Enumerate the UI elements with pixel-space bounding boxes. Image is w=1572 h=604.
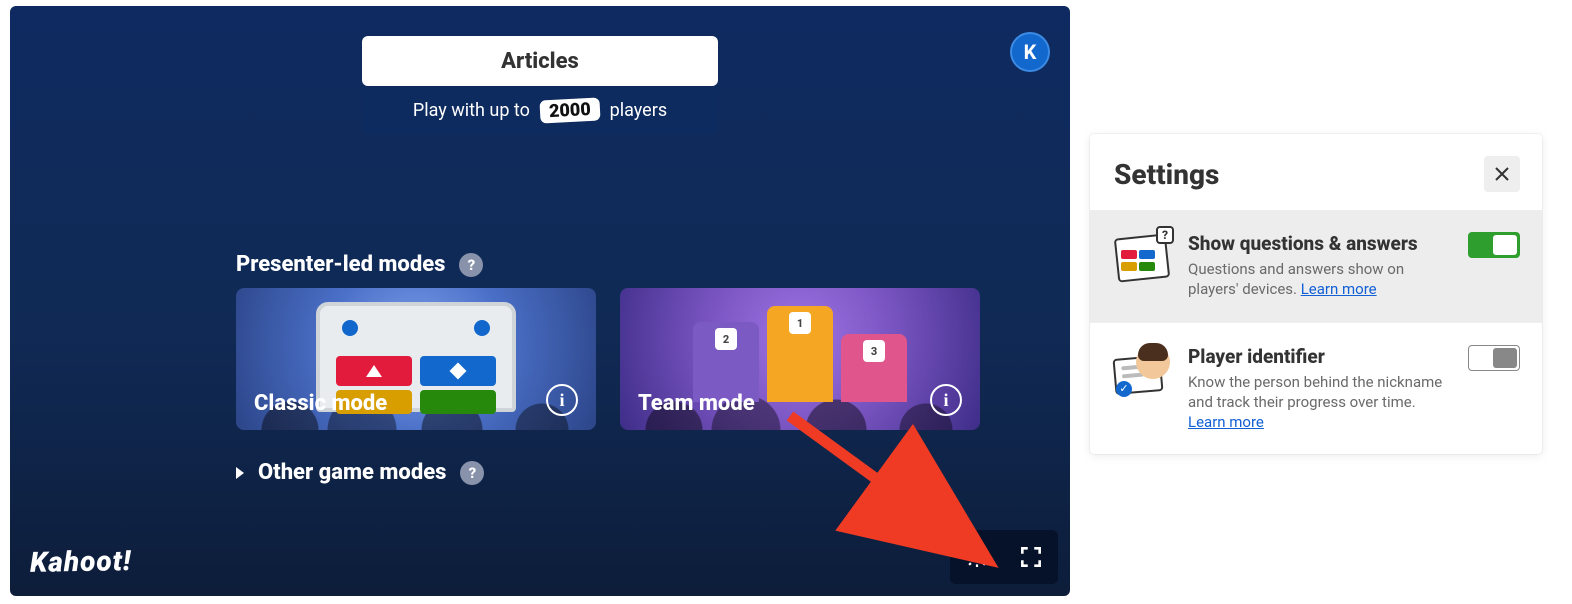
- settings-panel: Settings ? Show questions & answers Ques…: [1090, 134, 1542, 454]
- classic-mode-label: Classic mode: [254, 391, 387, 416]
- close-icon: [1494, 166, 1510, 182]
- settings-header: Settings: [1090, 134, 1542, 210]
- qa-card-icon: ?: [1112, 232, 1170, 282]
- player-id-icon: ✓: [1112, 345, 1170, 395]
- info-icon[interactable]: i: [546, 384, 578, 416]
- caret-right-icon: [236, 467, 244, 479]
- setting-text: Show questions & answers Questions and a…: [1188, 232, 1450, 300]
- setting-row-show-qa: ? Show questions & answers Questions and…: [1090, 210, 1542, 322]
- setting-title: Show questions & answers: [1188, 232, 1450, 255]
- setting-row-player-id: ✓ Player identifier Know the person behi…: [1090, 322, 1542, 455]
- learn-more-link[interactable]: Learn more: [1301, 280, 1377, 298]
- gear-icon: [964, 544, 990, 570]
- fullscreen-icon: [1018, 544, 1044, 570]
- learn-more-link[interactable]: Learn more: [1188, 413, 1264, 431]
- setting-desc: Questions and answers show on players' d…: [1188, 259, 1450, 300]
- game-panel: Articles Play with up to 2000 players K …: [10, 6, 1070, 596]
- player-count-badge: 2000: [539, 97, 600, 123]
- kahoot-logo: Kahoot!: [30, 544, 132, 579]
- help-icon[interactable]: ?: [459, 253, 483, 277]
- settings-button[interactable]: [950, 530, 1004, 584]
- info-icon[interactable]: i: [930, 384, 962, 416]
- quiz-title-card: Articles: [362, 36, 718, 86]
- settings-title: Settings: [1114, 158, 1219, 191]
- avatar-initial: K: [1024, 40, 1037, 64]
- setting-title: Player identifier: [1188, 345, 1450, 368]
- help-icon[interactable]: ?: [460, 461, 484, 485]
- play-suffix: players: [610, 100, 667, 121]
- avatar[interactable]: K: [1010, 32, 1050, 72]
- toggle-player-id[interactable]: [1468, 345, 1520, 371]
- presenter-modes-label: Presenter-led modes: [236, 252, 445, 277]
- other-modes-row[interactable]: Other game modes ?: [236, 460, 484, 485]
- other-modes-label: Other game modes: [258, 460, 446, 485]
- bottom-toolbar: [950, 530, 1058, 584]
- team-mode-label: Team mode: [638, 391, 755, 416]
- play-prefix: Play with up to: [413, 100, 530, 121]
- quiz-title: Articles: [501, 49, 579, 74]
- presenter-modes-heading: Presenter-led modes ?: [236, 252, 483, 277]
- mode-cards-row: Classic mode i 2 1 3 Team mode i: [236, 288, 980, 430]
- fullscreen-button[interactable]: [1004, 530, 1058, 584]
- header-block: Articles Play with up to 2000 players: [362, 36, 718, 134]
- close-button[interactable]: [1484, 156, 1520, 192]
- setting-desc: Know the person behind the nickname and …: [1188, 372, 1450, 433]
- toggle-show-qa[interactable]: [1468, 232, 1520, 258]
- setting-text: Player identifier Know the person behind…: [1188, 345, 1450, 433]
- classic-mode-card[interactable]: Classic mode i: [236, 288, 596, 430]
- team-mode-card[interactable]: 2 1 3 Team mode i: [620, 288, 980, 430]
- team-illustration: 2 1 3: [693, 306, 907, 402]
- player-count-row: Play with up to 2000 players: [362, 86, 718, 134]
